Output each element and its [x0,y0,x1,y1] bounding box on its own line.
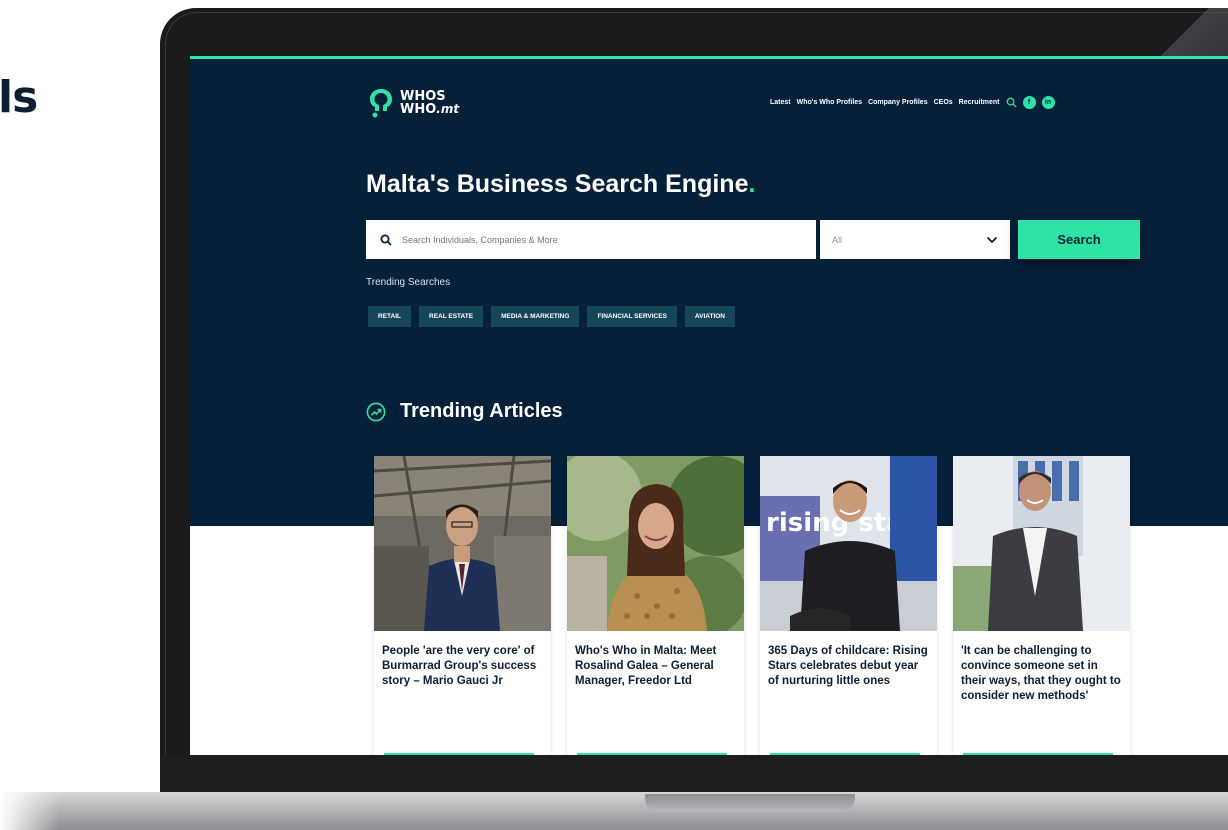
search-field-icon [380,234,392,246]
article-card-accent [770,753,920,755]
laptop-base [0,792,1228,830]
background-heading-fragment: ls [0,72,38,123]
trending-chips: RETAIL REAL ESTATE MEDIA & MARKETING FIN… [368,306,735,327]
article-photo-man-building [953,456,1130,631]
nav-item-recruitment[interactable]: Recruitment [959,99,1000,106]
sign-text: rising sta [766,508,904,538]
logo-suffix: .mt [436,102,460,116]
nav-item-whos-who-profiles[interactable]: Who's Who Profiles [797,99,862,106]
logo-mark-icon [370,89,392,118]
search-icon[interactable] [1006,97,1017,108]
search-field[interactable] [366,220,816,259]
article-card-accent [577,753,727,755]
search-button[interactable]: Search [1018,220,1140,259]
chip-financial-services[interactable]: FINANCIAL SERVICES [587,306,677,327]
article-card[interactable]: rising sta 365 Days of childcare: Rising… [760,456,937,755]
trending-searches-label: Trending Searches [366,277,451,288]
headline-dot: . [748,170,756,198]
article-image [953,456,1130,631]
nav-item-company-profiles[interactable]: Company Profiles [868,99,928,106]
article-card[interactable]: 'It can be challenging to convince someo… [953,456,1130,755]
nav-item-ceos[interactable]: CEOs [934,99,953,106]
chip-real-estate[interactable]: REAL ESTATE [419,306,484,327]
laptop-mockup: ls WHOS WHO.mt Latest Who's Who Profiles… [0,0,1228,830]
logo-line-2-main: WHO [400,102,437,117]
article-title: 365 Days of childcare: Rising Stars cele… [768,645,928,687]
article-card[interactable]: People 'are the very core' of Burmarrad … [374,456,551,755]
site-logo[interactable]: WHOS WHO.mt [366,86,459,120]
article-photo-man-sign: rising sta [760,456,937,631]
logo-text: WHOS WHO.mt [400,90,459,116]
headline-text: Malta's Business Search Engine [366,170,749,198]
laptop-notch [645,794,855,812]
article-image: rising sta [760,456,937,631]
chip-aviation[interactable]: AVIATION [684,306,735,327]
screen-bottom-bezel [160,755,1228,795]
article-card-accent [963,753,1113,755]
category-select[interactable]: All [820,220,1010,259]
article-title: People 'are the very core' of Burmarrad … [382,645,537,687]
page-title: Malta's Business Search Engine. [366,170,755,199]
screen: WHOS WHO.mt Latest Who's Who Profiles Co… [190,56,1228,755]
trending-articles-heading: Trending Articles [366,400,563,423]
article-image [374,456,551,631]
logo-line-2: WHO.mt [400,102,460,117]
article-photo-woman-garden [567,456,744,631]
article-image [567,456,744,631]
article-card-accent [384,753,534,755]
category-select-value: All [832,234,843,245]
search-input[interactable] [402,234,782,245]
chevron-down-icon [986,236,998,243]
chip-retail[interactable]: RETAIL [368,306,411,327]
trending-up-icon [366,402,386,421]
article-photo-man-industrial [374,456,551,631]
facebook-icon[interactable]: f [1022,96,1036,109]
trending-articles-title: Trending Articles [400,400,563,422]
main-nav: Latest Who's Who Profiles Company Profil… [770,96,1055,109]
linkedin-icon[interactable]: in [1041,96,1055,109]
article-card[interactable]: Who's Who in Malta: Meet Rosalind Galea … [567,456,744,755]
article-cards: People 'are the very core' of Burmarrad … [374,456,1130,755]
article-title: Who's Who in Malta: Meet Rosalind Galea … [575,645,717,687]
lid-glare [1140,8,1228,58]
chip-media-marketing[interactable]: MEDIA & MARKETING [491,306,580,327]
article-title: 'It can be challenging to convince someo… [961,645,1121,702]
laptop-base-fade [0,792,60,830]
nav-item-latest[interactable]: Latest [770,99,791,106]
